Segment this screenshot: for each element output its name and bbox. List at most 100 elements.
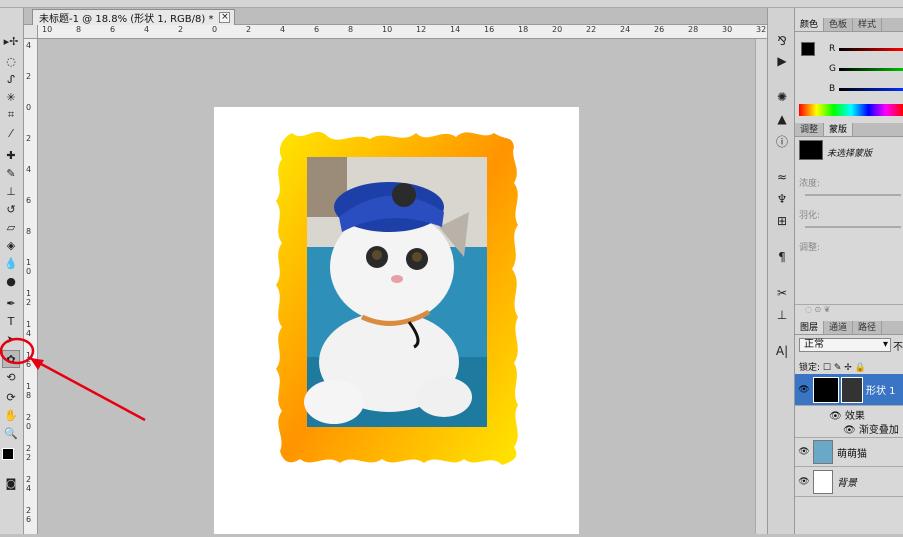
clone-stamp-tool-icon[interactable]: ⊥ (2, 182, 20, 200)
tab-layers[interactable]: 图层 (795, 321, 825, 334)
layer-row-shape[interactable]: 👁 形状 1 (795, 374, 903, 406)
ruler-tick-label: 2 4 (26, 475, 32, 493)
red-slider[interactable] (839, 48, 903, 51)
blend-mode-select[interactable]: 正常 ▾ (799, 338, 891, 352)
lasso-tool-icon[interactable]: ᔑ (2, 70, 20, 88)
history-icon[interactable]: ⅋ (773, 32, 791, 50)
measurement-icon[interactable]: ⊥ (773, 306, 791, 324)
3d-icon[interactable]: ✂ (773, 284, 791, 302)
tab-swatches[interactable]: 色板 (824, 18, 854, 31)
ruler-tick-label: 1 0 (26, 258, 32, 276)
paint-bucket-tool-icon[interactable]: ◈ (2, 236, 20, 254)
ruler-tick-label: 4 (26, 165, 32, 174)
healing-brush-tool-icon[interactable]: ✚ (2, 146, 20, 164)
move-tool-icon[interactable]: ▸✢ (2, 32, 20, 50)
feather-label: 羽化: (799, 211, 821, 221)
actions-icon[interactable]: ▶ (773, 52, 791, 70)
ruler-tick-label: 8 (76, 25, 82, 34)
ruler-tick-label: 2 (178, 25, 184, 34)
eye-icon[interactable]: 👁 (795, 385, 813, 395)
options-bar (0, 0, 903, 8)
feather-slider[interactable] (805, 226, 901, 228)
ruler-tick-label: 18 (518, 25, 529, 34)
layer-row-background[interactable]: 👁 背景 (795, 467, 903, 497)
history-brush-tool-icon[interactable]: ↺ (2, 200, 20, 218)
eraser-tool-icon[interactable]: ▱ (2, 218, 20, 236)
layer-thumbnail (813, 440, 833, 464)
toolbox-foreground-color[interactable] (2, 448, 14, 460)
magic-wand-tool-icon[interactable]: ✳ (2, 88, 20, 106)
effects-row[interactable]: 👁 效果 (829, 407, 865, 422)
ruler-tick-label: 32 (756, 25, 767, 34)
eyedropper-tool-icon[interactable]: ⁄ (2, 124, 20, 142)
color-spectrum[interactable] (799, 104, 903, 116)
lock-row: 锁定: ☐ ✎ ✢ 🔒 (799, 360, 866, 373)
histogram-icon[interactable]: ▲ (773, 110, 791, 128)
panel-icon-strip: ⅋ ▶ ✺ ▲ ⓘ ≈ ♆ ⊞ ¶ ✂ ⊥ A| (767, 8, 795, 534)
ruler-tick-label: 12 (416, 25, 427, 34)
document-tab-title: 未标题-1 @ 18.8% (形状 1, RGB/8) * (39, 14, 214, 25)
dodge-tool-icon[interactable]: ● (2, 272, 20, 290)
layer-thumbnail (813, 376, 839, 403)
blue-slider[interactable] (839, 88, 903, 91)
no-mask-label: 未选择蒙版 (827, 149, 873, 159)
ruler-tick-label: 2 (26, 134, 32, 143)
blend-mode-value: 正常 (804, 339, 824, 350)
ruler-tick-label: 0 (212, 25, 218, 34)
ruler-tick-label: 2 (26, 72, 32, 81)
quick-mask-icon[interactable]: ◙ (2, 474, 20, 492)
layer-name: 萌萌猫 (837, 448, 867, 460)
ruler-tick-label: 6 (26, 196, 32, 205)
clone-source-icon[interactable]: ♆ (773, 190, 791, 208)
ruler-tick-label: 4 (26, 41, 32, 50)
eye-icon[interactable]: 👁 (795, 447, 813, 457)
ruler-tick-label: 14 (450, 25, 461, 34)
density-slider[interactable] (805, 194, 901, 196)
eye-icon[interactable]: 👁 (795, 477, 813, 487)
ruler-tick-label: 20 (552, 25, 563, 34)
channel-b-label: B (829, 84, 836, 94)
ruler-tick-label: 22 (586, 25, 597, 34)
document-tab[interactable]: 未标题-1 @ 18.8% (形状 1, RGB/8) * × (32, 9, 236, 25)
close-tab-button[interactable]: × (219, 12, 231, 23)
tab-paths[interactable]: 路径 (853, 321, 883, 334)
tab-color[interactable]: 颜色 (795, 18, 825, 31)
blur-tool-icon[interactable]: 💧 (2, 254, 20, 272)
document-tab-bar: 未标题-1 @ 18.8% (形状 1, RGB/8) * × (24, 8, 767, 25)
lock-icons[interactable]: ☐ ✎ ✢ 🔒 (823, 363, 866, 373)
tab-channels[interactable]: 通道 (824, 321, 854, 334)
brush-tool-icon[interactable]: ✎ (2, 164, 20, 182)
tab-adjustments[interactable]: 调整 (795, 123, 825, 136)
paragraph-icon[interactable]: ¶ (773, 248, 791, 266)
info-icon[interactable]: ⓘ (773, 132, 791, 150)
ruler-tick-label: 28 (688, 25, 699, 34)
crop-tool-icon[interactable]: ⌗ (2, 106, 20, 124)
chevron-down-icon: ▾ (882, 339, 888, 350)
masks-panel-tabs: 调整 蒙版 (795, 123, 903, 137)
panel-dock: 颜色 色板 样式 R G B 调整 蒙版 未选择蒙版 浓度: 羽化: 调整: ◌… (795, 8, 903, 534)
pen-tool-icon[interactable]: ✒ (2, 294, 20, 312)
tool-presets-icon[interactable]: ⊞ (773, 212, 791, 230)
gradient-overlay-label: 渐变叠加 (858, 425, 899, 436)
type-tool-icon[interactable]: T (2, 312, 20, 330)
document-page[interactable] (214, 107, 579, 534)
eye-icon[interactable]: 👁 (843, 425, 859, 436)
cat-photo (304, 157, 487, 427)
tab-masks[interactable]: 蒙版 (824, 123, 854, 136)
ruler-tick-label: 8 (348, 25, 354, 34)
vertical-scrollbar[interactable] (755, 39, 767, 534)
layer-row-cat[interactable]: 👁 萌萌猫 (795, 437, 903, 467)
gradient-overlay-row[interactable]: 👁 渐变叠加 (843, 421, 899, 436)
canvas-area[interactable] (38, 39, 767, 534)
ruler-tick-label: 24 (620, 25, 631, 34)
artwork (276, 131, 518, 465)
navigator-icon[interactable]: ✺ (773, 88, 791, 106)
green-slider[interactable] (839, 68, 903, 71)
density-label: 浓度: (799, 179, 821, 189)
foreground-swatch[interactable] (801, 42, 815, 56)
tab-styles[interactable]: 样式 (853, 18, 883, 31)
marquee-tool-icon[interactable]: ◌ (2, 52, 20, 70)
layers-panel-tabs: 图层 通道 路径 (795, 321, 903, 335)
character-icon[interactable]: A| (773, 342, 791, 360)
brushes-icon[interactable]: ≈ (773, 168, 791, 186)
